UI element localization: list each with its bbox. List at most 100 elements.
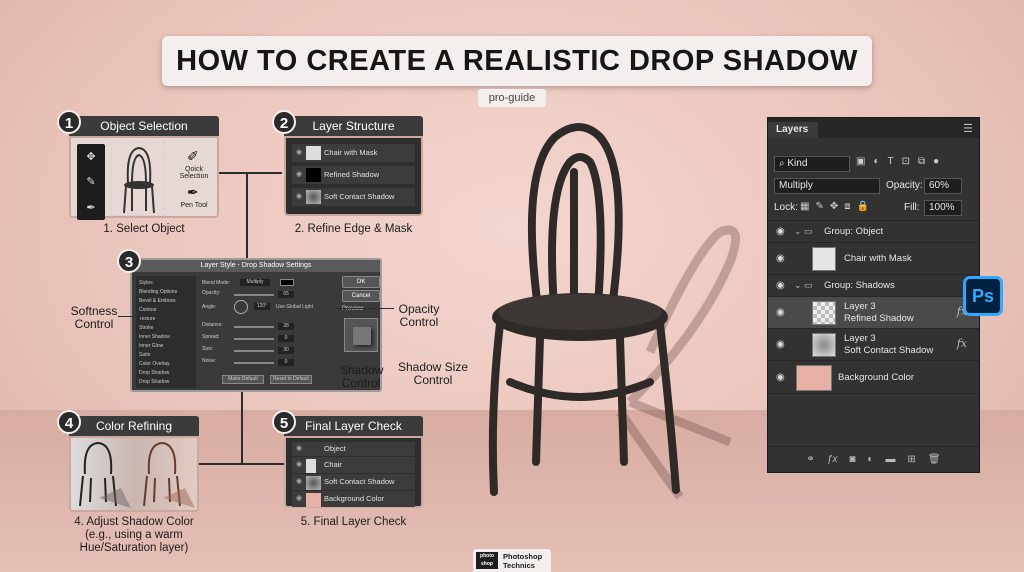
- style-item[interactable]: Bevel & Emboss: [139, 297, 193, 306]
- spread-slider[interactable]: [234, 338, 274, 340]
- layer-list: ◉ Object ◉ Chair ◉ Soft Contact Shadow ◉ Bac…: [284, 436, 423, 508]
- layer-name: Background Color: [324, 494, 385, 503]
- layer-thumb: [306, 168, 321, 182]
- layer-row: ◉ Soft Contact Shadow: [292, 474, 415, 490]
- layer-row: ◉ Background Color: [292, 491, 415, 507]
- eye-icon[interactable]: ◉: [776, 226, 785, 237]
- layers-panel: Layers ☰ ⌕ Kind ▣◐T⊡⧉● Multiply Opacity:…: [767, 117, 980, 473]
- fx-icon[interactable]: fx: [957, 337, 967, 350]
- blend-mode-select[interactable]: Multiply: [240, 279, 270, 286]
- field-label: Spread:: [202, 334, 220, 340]
- style-item[interactable]: Drop Shadow: [139, 369, 193, 378]
- size-slider[interactable]: [234, 350, 274, 352]
- trash-icon[interactable]: 🗑: [928, 454, 941, 465]
- lock-icons[interactable]: ▦✎✥⧈🔒: [800, 201, 875, 212]
- opacity-slider[interactable]: [234, 294, 274, 296]
- noise-slider[interactable]: [234, 362, 274, 364]
- group-shadows-row[interactable]: ◉ ⌄ ▭ Group: Shadows: [768, 274, 979, 296]
- pen-tool-label: Pen Tool: [180, 202, 208, 209]
- step-2-caption: 2. Refine Edge & Mask: [294, 223, 413, 235]
- style-item[interactable]: Color Overlay: [139, 360, 193, 369]
- brand-text: Photoshop Technics: [503, 552, 542, 570]
- field-label: Size:: [202, 346, 214, 352]
- eye-icon[interactable]: ◉: [776, 253, 785, 264]
- folder-icon: ⌄ ▭: [794, 280, 813, 290]
- style-item[interactable]: Drop Shadow: [139, 378, 193, 387]
- tag-badge: pro-guide: [478, 89, 546, 107]
- layer-thumb: [812, 333, 836, 357]
- callout-line: [118, 316, 194, 317]
- folder-new-icon[interactable]: ▬: [885, 454, 895, 465]
- panel-menu-icon[interactable]: ☰: [963, 122, 973, 135]
- ok-button[interactable]: OK: [342, 276, 380, 288]
- eye-icon[interactable]: ◉: [776, 280, 785, 291]
- size-value[interactable]: 30: [278, 347, 294, 354]
- angle-value[interactable]: 120°: [254, 303, 270, 310]
- kind-label: Kind: [787, 158, 808, 169]
- field-label: Angle:: [202, 304, 217, 310]
- layer-thumb: [812, 247, 836, 271]
- new-layer-icon[interactable]: ⊞: [907, 454, 915, 465]
- style-item[interactable]: Contour: [139, 306, 193, 315]
- step-number: 2: [272, 110, 296, 134]
- connector: [241, 392, 243, 464]
- global-light-label[interactable]: Use Global Light: [276, 304, 313, 310]
- layer-name: Layer 3: [844, 301, 876, 312]
- step-number: 1: [57, 110, 81, 134]
- refined-shadow-row[interactable]: ◉ Layer 3 Refined Shadow fx: [768, 296, 979, 328]
- style-item[interactable]: Inner Shadow: [139, 333, 193, 342]
- soft-contact-row[interactable]: ◉ Layer 3 Soft Contact Shadow fx: [768, 328, 979, 360]
- step-header: Layer Structure: [284, 116, 423, 136]
- blend-mode-select[interactable]: Multiply: [774, 178, 880, 194]
- cancel-button[interactable]: Cancel: [342, 290, 380, 302]
- preview-checkbox[interactable]: Preview: [342, 306, 363, 312]
- layer-name: Object: [324, 444, 346, 453]
- noise-value[interactable]: 0: [278, 359, 294, 366]
- chair-mask-row[interactable]: ◉ Chair with Mask: [768, 242, 979, 274]
- layer-thumb: [812, 301, 836, 325]
- layer-row: ◉ Soft Contact Shadow: [292, 188, 415, 206]
- style-item[interactable]: Stroke: [139, 324, 193, 333]
- layer-row: ◉ Object: [292, 442, 415, 456]
- opacity-input[interactable]: 60%: [924, 178, 962, 194]
- opacity-callout: Opacity Control: [398, 302, 440, 329]
- shadow-callout: Shadow Control: [340, 363, 384, 390]
- field-label: Opacity:: [202, 290, 221, 296]
- style-item[interactable]: Inner Glow: [139, 342, 193, 351]
- eye-icon[interactable]: ◉: [776, 339, 785, 350]
- layer-thumb: [306, 146, 321, 160]
- lock-label: Lock:: [774, 202, 798, 213]
- group-object-row[interactable]: ◉ ⌄ ▭ Group: Object: [768, 220, 979, 242]
- connector: [246, 172, 282, 174]
- kind-filter[interactable]: ⌕ Kind: [774, 156, 850, 172]
- step-4-caption: 4. Adjust Shadow Color (e.g., using a wa…: [74, 516, 194, 554]
- fill-input[interactable]: 100%: [924, 200, 962, 216]
- step-number: 5: [272, 410, 296, 434]
- link-icon[interactable]: ⚭: [806, 454, 814, 465]
- shadow-color-swatch[interactable]: [280, 279, 294, 286]
- eye-icon: ◉: [296, 478, 303, 485]
- softness-callout: Softness Control: [70, 304, 118, 331]
- brush-icon: ✎: [86, 176, 96, 189]
- lasso-icon: ✥: [86, 151, 96, 164]
- distance-value[interactable]: 28: [278, 323, 294, 330]
- settings-area: Blend Mode: Multiply Opacity: 65 Angle: …: [200, 276, 336, 388]
- distance-slider[interactable]: [234, 326, 274, 328]
- eye-icon[interactable]: ◉: [776, 307, 785, 318]
- reset-default-button[interactable]: Reset to Default: [270, 375, 312, 384]
- mask-icon[interactable]: ◙: [849, 454, 855, 465]
- opacity-value[interactable]: 65: [278, 291, 294, 298]
- adjustment-icon[interactable]: ◐: [867, 454, 873, 465]
- spread-value[interactable]: 0: [278, 335, 294, 342]
- make-default-button[interactable]: Make Default: [222, 375, 264, 384]
- angle-dial[interactable]: [234, 300, 248, 314]
- eye-icon[interactable]: ◉: [776, 372, 785, 383]
- layers-tab[interactable]: Layers: [768, 122, 818, 138]
- panel-tabbar: Layers ☰: [768, 118, 979, 138]
- fx-menu-icon[interactable]: ƒx: [827, 454, 838, 465]
- fill-label: Fill:: [904, 202, 920, 213]
- style-item[interactable]: Blending Options: [139, 288, 193, 297]
- style-item[interactable]: Satin: [139, 351, 193, 360]
- background-row[interactable]: ◉ Background Color: [768, 360, 979, 394]
- layer-name: Group: Shadows: [824, 280, 895, 291]
